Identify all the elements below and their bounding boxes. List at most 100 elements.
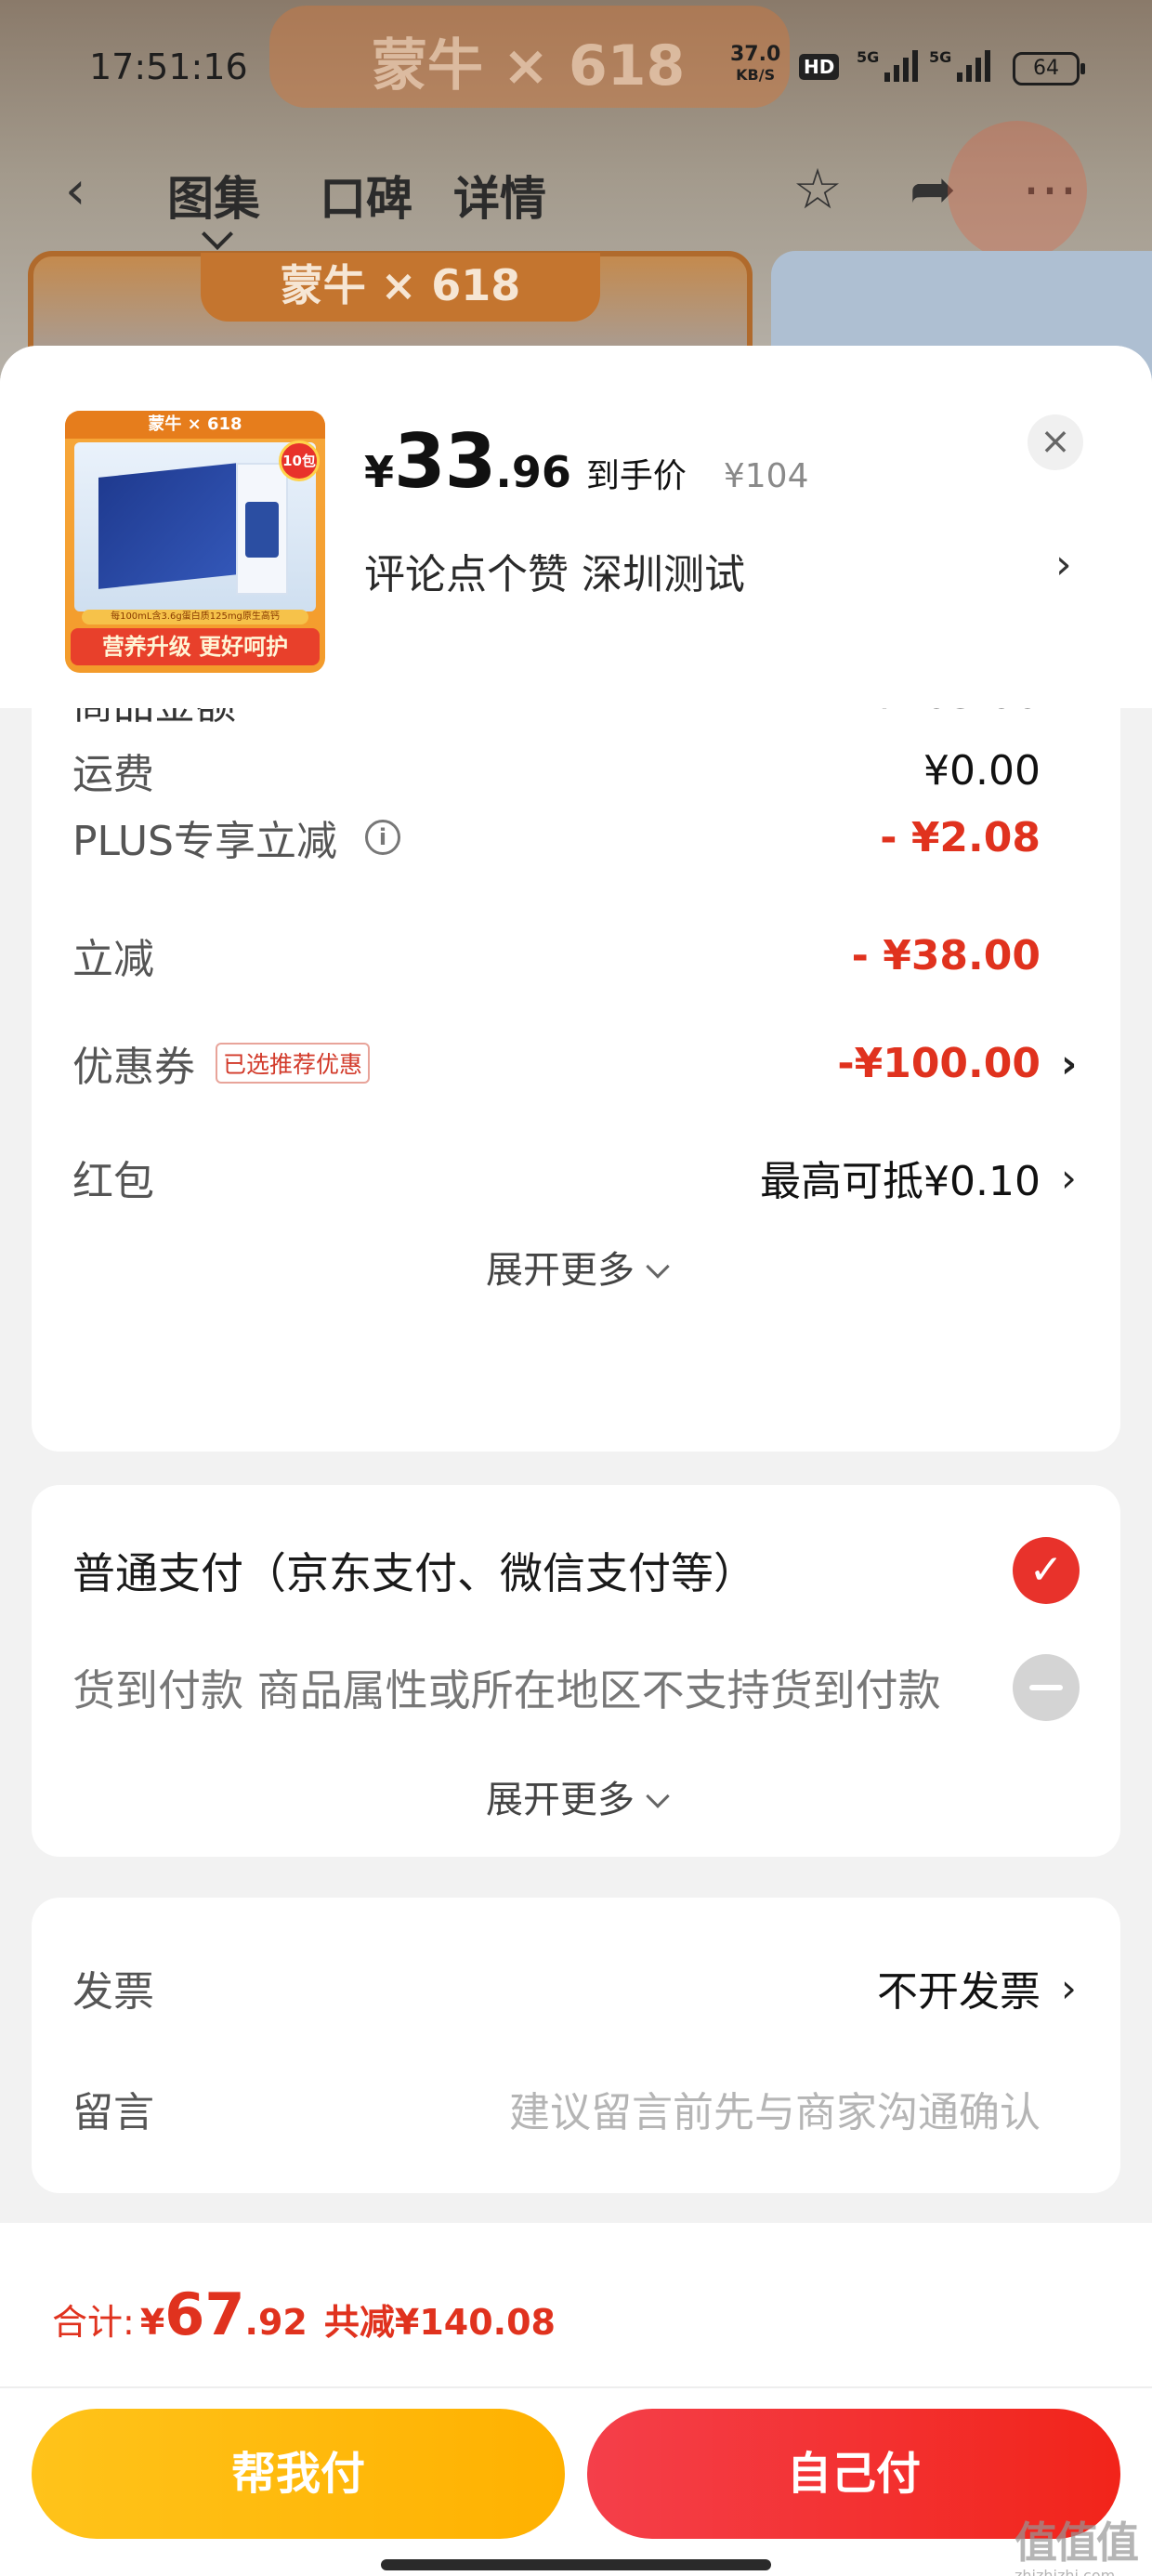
price-label: 到手价 bbox=[585, 457, 687, 495]
payment-cod-label: 货到付款 商品属性或所在地区不支持货到付款 bbox=[72, 1665, 941, 1715]
checkout-footer: 合计: ¥ 67 .92 共减¥140.08 帮我付 自己付 bbox=[0, 2223, 1152, 2576]
chevron-down-icon bbox=[646, 1255, 670, 1279]
shipping-fee-label: 运费 bbox=[72, 751, 154, 798]
invoice-row[interactable]: 发票 不开发票 › bbox=[72, 1955, 1080, 2020]
shipping-fee-amount: ¥0.00 bbox=[923, 746, 1041, 795]
red-packet-value: 最高可抵¥0.10 › bbox=[760, 1148, 1080, 1207]
tab-reviews[interactable]: 口碑 bbox=[320, 162, 412, 229]
instant-discount-label: 立减 bbox=[72, 936, 154, 983]
shipping-fee-row: 运费 ¥0.00 bbox=[72, 738, 1080, 803]
hd-icon: HD bbox=[799, 54, 840, 80]
expand-more-label: 展开更多 bbox=[486, 1249, 635, 1292]
status-time: 17:51:16 bbox=[89, 46, 248, 87]
info-icon[interactable]: i bbox=[365, 820, 400, 855]
final-price: ¥ 33 .96 到手价 ¥104 bbox=[364, 418, 808, 505]
payment-option-normal[interactable]: 普通支付（京东支付、微信支付等） ✓ bbox=[72, 1533, 1080, 1608]
invoice-label: 发票 bbox=[72, 1968, 154, 2016]
chevron-right-icon[interactable]: › bbox=[1061, 1155, 1080, 1201]
plus-discount-value: - ¥2.08 bbox=[880, 814, 1080, 861]
plus-discount-row: PLUS专享立减 i - ¥2.08 bbox=[72, 805, 1080, 870]
invoice-value-text: 不开发票 bbox=[877, 1968, 1041, 2016]
instant-discount-value: - ¥38.00 bbox=[852, 932, 1080, 979]
payment-method-card: 普通支付（京东支付、微信支付等） ✓ 货到付款 商品属性或所在地区不支持货到付款… bbox=[32, 1485, 1120, 1857]
plus-discount-amount: - ¥2.08 bbox=[880, 813, 1041, 861]
milk-box-graphic bbox=[98, 463, 238, 589]
sheet-header: 蒙牛 × 618 10包 每100mL含3.6g蛋白质125mg原生高钙 营养升… bbox=[0, 346, 1152, 708]
message-row[interactable]: 留言 建议留言前先与商家沟通确认 bbox=[72, 2076, 1080, 2141]
expand-more-fees[interactable]: 展开更多 bbox=[32, 1240, 1120, 1294]
instant-discount-row: 立减 - ¥38.00 bbox=[72, 923, 1080, 988]
coupon-label: 优惠券 bbox=[72, 1044, 195, 1091]
product-page-background: 蒙牛 × 618 17:51:16 37.0 KB/S HD 5G 5G 64 … bbox=[0, 0, 1152, 390]
total-decimal: .92 bbox=[244, 2302, 308, 2343]
chevron-down-icon bbox=[646, 1784, 670, 1808]
price-currency: ¥ bbox=[364, 447, 395, 497]
pay-for-me-button[interactable]: 帮我付 bbox=[32, 2409, 565, 2539]
star-icon[interactable]: ☆ bbox=[780, 152, 855, 227]
total-label: 合计: bbox=[52, 2302, 135, 2343]
signal-icon-2: 5G bbox=[929, 48, 991, 82]
thumb-nutrition-band: 每100mL含3.6g蛋白质125mg原生高钙 bbox=[82, 610, 308, 624]
message-input[interactable]: 建议留言前先与商家沟通确认 bbox=[509, 2079, 1080, 2138]
total-discount: 共减¥140.08 bbox=[323, 2302, 556, 2343]
pack-count-badge: 10包 bbox=[279, 440, 320, 481]
promo-badge-ghost bbox=[948, 121, 1087, 260]
signal-icon: 5G bbox=[857, 48, 919, 82]
sim2-label: 5G bbox=[929, 48, 952, 66]
message-placeholder: 建议留言前先与商家沟通确认 bbox=[509, 2089, 1041, 2136]
recommended-coupon-tag: 已选推荐优惠 bbox=[216, 1043, 371, 1084]
watermark-main: 值值值 bbox=[1015, 2517, 1139, 2568]
red-packet-label: 红包 bbox=[72, 1158, 154, 1205]
checked-radio-icon[interactable]: ✓ bbox=[1013, 1537, 1080, 1604]
plus-discount-label: PLUS专享立减 bbox=[72, 818, 337, 865]
message-label: 留言 bbox=[72, 2089, 154, 2136]
milk-carton-graphic bbox=[236, 463, 288, 595]
price-integer: 33 bbox=[394, 418, 496, 505]
coupon-row[interactable]: 优惠券 已选推荐优惠 -¥100.00 › bbox=[72, 1031, 1080, 1096]
order-total: 合计: ¥ 67 .92 共减¥140.08 bbox=[52, 2280, 556, 2348]
thumb-top-band: 蒙牛 × 618 bbox=[65, 411, 325, 439]
network-speed-value: 37.0 bbox=[730, 43, 781, 66]
coupon-value: -¥100.00 › bbox=[837, 1040, 1080, 1087]
tab-gallery[interactable]: 图集 bbox=[167, 162, 260, 229]
red-packet-row[interactable]: 红包 最高可抵¥0.10 › bbox=[72, 1145, 1080, 1210]
brand-banner-text: 蒙牛 × 618 bbox=[372, 33, 686, 99]
network-speed-unit: KB/S bbox=[736, 66, 776, 84]
product-thumbnail: 蒙牛 × 618 10包 每100mL含3.6g蛋白质125mg原生高钙 营养升… bbox=[65, 411, 325, 673]
original-price: ¥104 bbox=[723, 457, 809, 495]
thumb-slogan: 营养升级 更好呵护 bbox=[71, 628, 320, 665]
expand-more-payment[interactable]: 展开更多 bbox=[32, 1769, 1120, 1823]
invoice-card: 发票 不开发票 › 留言 建议留言前先与商家沟通确认 bbox=[32, 1898, 1120, 2193]
sim1-label: 5G bbox=[857, 48, 880, 66]
home-indicator[interactable] bbox=[381, 2559, 771, 2570]
fee-breakdown-card: 商品金额 ¥203.00 运费 ¥0.00 PLUS专享立减 i - ¥2.08… bbox=[32, 652, 1120, 1452]
footer-divider bbox=[0, 2386, 1152, 2388]
shipping-fee-value: ¥0.00 bbox=[923, 747, 1080, 795]
chevron-right-icon[interactable]: › bbox=[1055, 541, 1072, 588]
watermark-sub: zhizhizhi.com bbox=[1015, 2567, 1116, 2576]
battery-icon: 64 bbox=[1013, 52, 1085, 85]
coupon-amount: -¥100.00 bbox=[837, 1039, 1041, 1087]
checkout-sheet: 蒙牛 × 618 10包 每100mL含3.6g蛋白质125mg原生高钙 营养升… bbox=[0, 346, 1152, 2576]
brand-banner: 蒙牛 × 618 bbox=[269, 6, 790, 108]
total-currency: ¥ bbox=[139, 2302, 165, 2343]
payment-normal-label: 普通支付（京东支付、微信支付等） bbox=[72, 1548, 756, 1598]
invoice-value: 不开发票 › bbox=[877, 1958, 1080, 2017]
tab-details[interactable]: 详情 bbox=[453, 162, 546, 229]
network-speed: 37.0 KB/S bbox=[730, 45, 780, 85]
site-watermark: 值值值 zhizhizhi.com bbox=[1015, 2509, 1139, 2576]
gallery-ribbon: 蒙牛 × 618 bbox=[201, 253, 600, 322]
total-integer: 67 bbox=[164, 2280, 245, 2348]
back-icon[interactable]: ‹ bbox=[65, 165, 85, 217]
status-bar: 蒙牛 × 618 17:51:16 37.0 KB/S HD 5G 5G 64 bbox=[0, 0, 1152, 139]
chevron-right-icon[interactable]: › bbox=[1061, 1041, 1080, 1086]
chevron-right-icon[interactable]: › bbox=[1061, 1965, 1080, 2011]
red-packet-amount: 最高可抵¥0.10 bbox=[760, 1158, 1041, 1205]
expand-more-label: 展开更多 bbox=[486, 1779, 635, 1821]
sku-selector[interactable]: 评论点个赞 深圳测试 bbox=[364, 541, 745, 600]
close-icon[interactable]: × bbox=[1028, 414, 1083, 470]
disabled-radio-icon bbox=[1013, 1654, 1080, 1721]
instant-discount-amount: - ¥38.00 bbox=[851, 931, 1041, 979]
price-decimal: .96 bbox=[495, 447, 571, 497]
payment-option-cod: 货到付款 商品属性或所在地区不支持货到付款 bbox=[72, 1650, 1080, 1725]
